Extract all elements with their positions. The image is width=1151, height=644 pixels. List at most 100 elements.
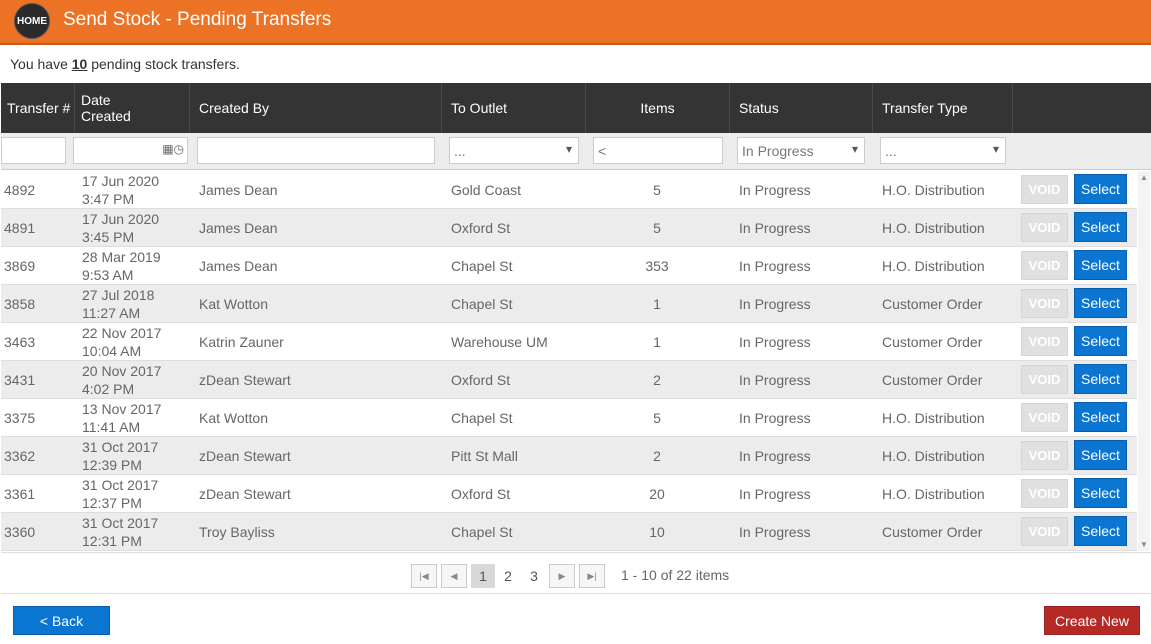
time: 11:27 AM: [82, 305, 141, 321]
status: In Progress: [739, 220, 811, 236]
void-button[interactable]: VOID: [1021, 289, 1068, 318]
grid-scrollbar[interactable]: ▲ ▼: [1138, 171, 1150, 551]
home-button[interactable]: HOME: [14, 3, 50, 39]
date: 13 Nov 2017: [82, 401, 162, 417]
transfer-type: H.O. Distribution: [882, 258, 985, 274]
page-2[interactable]: 2: [496, 564, 520, 588]
created-by-filter[interactable]: [197, 137, 435, 164]
first-page-icon[interactable]: |◀: [411, 564, 437, 588]
select-button[interactable]: Select: [1074, 174, 1127, 204]
to-outlet: Warehouse UM: [451, 334, 548, 350]
table-row[interactable]: 3858 27 Jul 2018 11:27 AM Kat Wotton Chap…: [1, 285, 1137, 323]
table-row[interactable]: 3361 31 Oct 2017 12:37 PM zDean Stewart O…: [1, 475, 1137, 513]
void-button[interactable]: VOID: [1021, 479, 1068, 508]
back-button[interactable]: < Back: [13, 606, 110, 635]
outlet-filter-select[interactable]: ...: [449, 137, 579, 164]
col-transfer-number[interactable]: Transfer #: [1, 83, 75, 133]
table-row[interactable]: 3869 28 Mar 2019 9:53 AM James Dean Chape…: [1, 247, 1137, 285]
previous-page-icon[interactable]: ◀: [441, 564, 467, 588]
col-actions: [1013, 83, 1151, 133]
page-1[interactable]: 1: [471, 564, 495, 588]
calendar-clock-icon[interactable]: ▦◷: [162, 142, 184, 156]
select-button[interactable]: Select: [1074, 212, 1127, 242]
date: 22 Nov 2017: [82, 325, 162, 341]
void-button[interactable]: VOID: [1021, 213, 1068, 242]
select-button[interactable]: Select: [1074, 478, 1127, 508]
col-status[interactable]: Status: [730, 83, 873, 133]
table-row[interactable]: 3362 31 Oct 2017 12:39 PM zDean Stewart P…: [1, 437, 1137, 475]
col-transfer-type[interactable]: Transfer Type: [873, 83, 1013, 133]
page-3[interactable]: 3: [522, 564, 546, 588]
summary-prefix: You have: [10, 56, 72, 72]
items-filter[interactable]: <: [593, 137, 723, 164]
date: 28 Mar 2019: [82, 249, 161, 265]
transfer-type: Customer Order: [882, 524, 983, 540]
outlet-filter-value: ...: [454, 142, 466, 159]
filter-row: ▦◷ ... < In Progress ...: [1, 133, 1151, 170]
scroll-up-icon[interactable]: ▲: [1140, 173, 1148, 182]
created-by: Katrin Zauner: [199, 334, 284, 350]
items-count: 5: [653, 410, 661, 426]
date-created: 13 Nov 2017 11:41 AM: [82, 399, 161, 437]
table-row[interactable]: 4891 17 Jun 2020 3:45 PM James Dean Oxfor…: [1, 209, 1137, 247]
select-button[interactable]: Select: [1074, 402, 1127, 432]
col-created-by[interactable]: Created By: [190, 83, 442, 133]
to-outlet: Chapel St: [451, 524, 513, 540]
type-filter-select[interactable]: ...: [880, 137, 1006, 164]
date-created: 22 Nov 2017 10:04 AM: [82, 323, 161, 361]
date: 20 Nov 2017: [82, 363, 162, 379]
date-filter[interactable]: ▦◷: [73, 137, 188, 164]
table-row[interactable]: 3360 31 Oct 2017 12:31 PM Troy Bayliss Ch…: [1, 513, 1137, 551]
transfer-number-filter[interactable]: [1, 137, 66, 164]
void-button[interactable]: VOID: [1021, 441, 1068, 470]
void-button[interactable]: VOID: [1021, 403, 1068, 432]
to-outlet: Pitt St Mall: [451, 448, 518, 464]
col-items[interactable]: Items: [586, 83, 730, 133]
select-button[interactable]: Select: [1074, 516, 1127, 546]
next-page-icon[interactable]: ▶: [549, 564, 575, 588]
last-page-icon[interactable]: ▶|: [579, 564, 605, 588]
status-filter-value: In Progress: [742, 142, 814, 159]
void-button[interactable]: VOID: [1021, 251, 1068, 280]
col-date-created[interactable]: Date Created: [75, 83, 190, 133]
table-row[interactable]: 4892 17 Jun 2020 3:47 PM James Dean Gold …: [1, 171, 1137, 209]
select-button[interactable]: Select: [1074, 440, 1127, 470]
void-button[interactable]: VOID: [1021, 365, 1068, 394]
to-outlet: Chapel St: [451, 410, 513, 426]
scroll-down-icon[interactable]: ▼: [1140, 540, 1148, 549]
col-to-outlet[interactable]: To Outlet: [442, 83, 586, 133]
table-row[interactable]: 3375 13 Nov 2017 11:41 AM Kat Wotton Chap…: [1, 399, 1137, 437]
transfer-type: H.O. Distribution: [882, 448, 985, 464]
created-by: zDean Stewart: [199, 486, 291, 502]
time: 12:37 PM: [82, 495, 142, 511]
date-created: 20 Nov 2017 4:02 PM: [82, 361, 161, 399]
to-outlet: Chapel St: [451, 296, 513, 312]
void-button[interactable]: VOID: [1021, 175, 1068, 204]
type-filter-value: ...: [885, 142, 897, 159]
status: In Progress: [739, 486, 811, 502]
date-created: 31 Oct 2017 12:39 PM: [82, 437, 158, 475]
status: In Progress: [739, 182, 811, 198]
table-row[interactable]: 3431 20 Nov 2017 4:02 PM zDean Stewart Ox…: [1, 361, 1137, 399]
table-row[interactable]: 3463 22 Nov 2017 10:04 AM Katrin Zauner W…: [1, 323, 1137, 361]
status: In Progress: [739, 334, 811, 350]
items-filter-operator: <: [598, 142, 607, 159]
date-created: 31 Oct 2017 12:31 PM: [82, 513, 158, 551]
transfer-number: 3431: [4, 372, 36, 388]
select-button[interactable]: Select: [1074, 326, 1127, 356]
void-button[interactable]: VOID: [1021, 327, 1068, 356]
date-created: 27 Jul 2018 11:27 AM: [82, 285, 154, 323]
void-button[interactable]: VOID: [1021, 517, 1068, 546]
transfer-number: 3858: [4, 296, 36, 312]
select-button[interactable]: Select: [1074, 250, 1127, 280]
create-new-button[interactable]: Create New: [1044, 606, 1140, 635]
select-button[interactable]: Select: [1074, 288, 1127, 318]
transfer-type: Customer Order: [882, 372, 983, 388]
items-count: 1: [653, 296, 661, 312]
date-created: 17 Jun 2020 3:45 PM: [82, 209, 159, 247]
transfer-type: H.O. Distribution: [882, 410, 985, 426]
time: 4:02 PM: [82, 381, 135, 397]
status-filter-select[interactable]: In Progress: [737, 137, 865, 164]
select-button[interactable]: Select: [1074, 364, 1127, 394]
created-by: James Dean: [199, 182, 278, 198]
